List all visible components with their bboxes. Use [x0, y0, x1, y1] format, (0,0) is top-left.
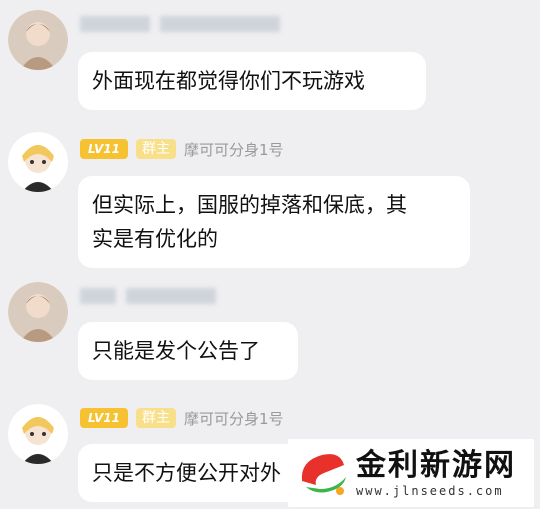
avatar[interactable] — [8, 404, 68, 464]
watermark-name: 金利新游网 — [356, 448, 516, 483]
sender-info: LV11 群主 摩可可分身1号 — [80, 137, 284, 161]
sender-name-blurred — [80, 14, 280, 34]
message-text: 只能是发个公告了 — [92, 339, 260, 363]
avatar[interactable] — [8, 10, 68, 70]
message-text: 外面现在都觉得你们不玩游戏 — [92, 69, 365, 93]
message-bubble[interactable]: 但实际上，国服的掉落和保底，其 实是有优化的 — [78, 176, 470, 268]
site-logo-icon — [301, 454, 346, 495]
role-badge: 群主 — [135, 408, 176, 428]
sender-name[interactable]: 摩可可分身1号 — [184, 139, 284, 160]
message-text: 只是不方便公开对外 — [92, 461, 281, 485]
sender-info: LV11 群主 摩可可分身1号 — [80, 406, 284, 430]
message-text-line: 实是有优化的 — [92, 227, 218, 251]
sender-name-blurred — [80, 286, 216, 306]
watermark-url: www.jlnseeds.com — [356, 484, 504, 498]
avatar[interactable] — [8, 132, 68, 192]
message-text-line: 但实际上，国服的掉落和保底，其 — [92, 193, 407, 217]
watermark: 金利新游网 www.jlnseeds.com — [288, 439, 534, 507]
sender-name[interactable]: 摩可可分身1号 — [184, 408, 284, 429]
message-bubble[interactable]: 只能是发个公告了 — [78, 322, 298, 380]
avatar[interactable] — [8, 282, 68, 342]
level-badge: LV11 — [80, 139, 128, 159]
level-badge: LV11 — [80, 408, 128, 428]
role-badge: 群主 — [135, 139, 176, 159]
message-bubble[interactable]: 外面现在都觉得你们不玩游戏 — [78, 52, 426, 110]
